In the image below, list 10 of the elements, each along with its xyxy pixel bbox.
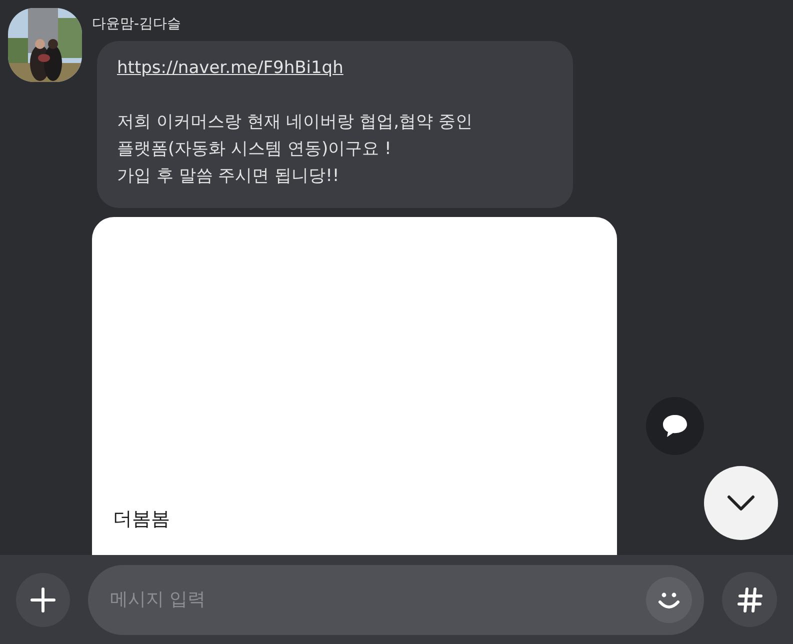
- chevron-down-icon: [726, 494, 756, 512]
- sender-name: 다윤맘-김다슬: [92, 15, 182, 34]
- card-title: 더봄봄: [113, 506, 171, 532]
- message-link[interactable]: https://naver.me/F9hBi1qh: [117, 55, 344, 82]
- message-input-field[interactable]: 메시지 입력: [88, 564, 704, 634]
- hashtag-icon: [736, 586, 762, 612]
- message-text: 저희 이커머스랑 현재 네이버랑 협업,협약 중인 플랫폼(자동화 시스템 연동)이구요 ! 가입 후 말씀 주시면 됩니당!!: [117, 111, 474, 188]
- plus-icon: [30, 586, 56, 612]
- speech-bubble-icon: [661, 413, 689, 439]
- preview-card[interactable]: 더봄봄: [92, 217, 617, 555]
